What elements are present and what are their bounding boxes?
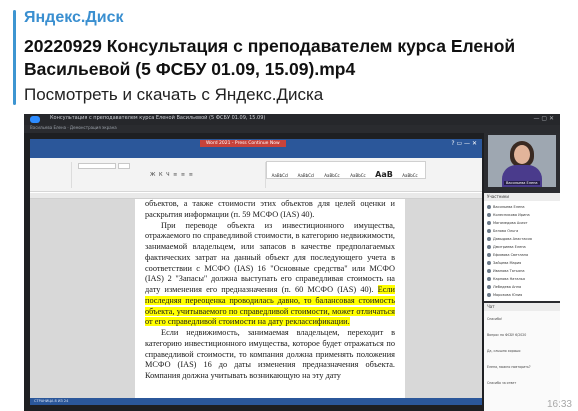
avatar <box>487 269 491 273</box>
participant-row: Иванова Татьяна <box>487 268 557 274</box>
word-ribbon: Ж К Ч ≡ ≡ ≡ AaBbCcI AaBbCcI AaBbCc AaBbCc Aa… <box>30 158 482 192</box>
chat-message: Да, слышно хорошо <box>487 349 521 353</box>
word-page: объектов, а также стоимости этих объекто… <box>135 199 405 398</box>
style-sample: AaB <box>375 170 393 179</box>
avatar <box>487 261 491 265</box>
shared-screen: Word 2021 - Press Continue Now ? ▭ — ✕ Ф… <box>30 139 482 405</box>
chat-panel: Чат Спасибо! Вопрос по ФСБУ 6/2020 Да, с… <box>484 303 560 411</box>
font-size-box <box>118 163 130 169</box>
avatar <box>487 205 491 209</box>
style-sample: AaBbCc <box>402 173 418 178</box>
style-sample: AaBbCcI <box>297 173 315 178</box>
avatar <box>487 293 491 297</box>
style-sample: AaBbCcI <box>271 173 289 178</box>
chat-message: Елена, можно повторить? <box>487 365 531 369</box>
meeting-info-bar: Васильева Елена · Демонстрация экрана <box>24 125 560 133</box>
preview-title[interactable]: 20220929 Консультация с преподавателем к… <box>24 35 564 81</box>
participants-header: Участники <box>484 193 560 201</box>
avatar <box>487 229 491 233</box>
preview-description: Посмотреть и скачать с Яндекс.Диска <box>24 85 324 104</box>
avatar <box>487 221 491 225</box>
participant-row: Белова Ольга <box>487 228 557 234</box>
zoom-window-title: Консультация с преподавателем курса Елен… <box>50 115 266 121</box>
speaker-face <box>514 145 530 164</box>
clipboard-group <box>30 162 72 188</box>
participant-row: Давыдова Анастасия <box>487 236 557 242</box>
participant-row: Васильева Елена <box>487 204 557 210</box>
style-sample: AaBbCc <box>350 173 366 178</box>
styles-gallery: AaBbCcI AaBbCcI AaBbCc AaBbCc AaB AaBbCc <box>266 161 426 179</box>
doc-paragraph: Если недвижимость, занимаемая владельцем… <box>145 328 395 380</box>
word-document-area: объектов, а также стоимости этих объекто… <box>30 199 482 398</box>
video-preview-image[interactable]: Консультация с преподавателем курса Елен… <box>24 114 560 411</box>
word-window-controls-icon: ? ▭ — ✕ <box>451 140 477 147</box>
word-status-bar: СТРАНИЦА 8 ИЗ 24 <box>30 398 482 405</box>
chat-message: Спасибо за ответ <box>487 381 517 385</box>
avatar <box>487 213 491 217</box>
zoom-title-bar: Консультация с преподавателем курса Елен… <box>24 114 560 125</box>
word-status-text: СТРАНИЦА 8 ИЗ 24 <box>34 399 69 403</box>
chat-message: Вопрос по ФСБУ 6/2020 <box>487 333 527 337</box>
document-text: объектов, а также стоимости этих объекто… <box>145 199 395 382</box>
participant-row: Морозова Юлия <box>487 292 557 298</box>
speaker-name-label: Васильева Елена <box>504 181 540 185</box>
participants-panel: Участники Васильева Елена Колесникова Ир… <box>484 193 560 301</box>
window-controls-icon: — ▢ ✕ <box>533 115 554 122</box>
participant-row: Дмитриева Елена <box>487 244 557 250</box>
avatar <box>487 245 491 249</box>
style-sample: AaBbCc <box>324 173 340 178</box>
avatar <box>487 285 491 289</box>
font-name-box <box>78 163 116 169</box>
participant-row: Карпова Наталья <box>487 276 557 282</box>
avatar <box>487 277 491 281</box>
participant-row: Зайцева Мария <box>487 260 557 266</box>
participant-row: Магомедова Асият <box>487 220 557 226</box>
preview-source-name[interactable]: Яндекс.Диск <box>24 9 124 27</box>
message-card: Яндекс.Диск 20220929 Консультация с преп… <box>0 0 578 411</box>
message-time: 16:33 <box>546 399 572 410</box>
doc-paragraph: При переводе объекта из инвестиционного … <box>145 220 395 327</box>
paragraph-group <box>148 162 266 188</box>
speaker-video-tile: Васильева Елена <box>488 135 556 187</box>
zoom-logo-icon <box>30 116 40 123</box>
word-title-bar: Word 2021 - Press Continue Now ? ▭ — ✕ <box>30 139 482 150</box>
word-ribbon-tabs: ФАЙЛ ГЛАВНАЯ ВСТАВКА ДИЗАЙН РАЗМЕТКА СТР… <box>30 150 482 166</box>
doc-paragraph: объектов, а также стоимости этих объекто… <box>145 199 395 219</box>
chat-header: Чат <box>484 303 560 311</box>
link-preview-accent-bar <box>13 10 16 105</box>
participant-row: Ефимова Светлана <box>487 252 557 258</box>
participant-row: Лебедева Анна <box>487 284 557 290</box>
avatar <box>487 237 491 241</box>
avatar <box>487 253 491 257</box>
participant-row: Колесникова Ирина <box>487 212 557 218</box>
meeting-info-text: Васильева Елена · Демонстрация экрана <box>30 125 117 130</box>
zoom-side-panel: Васильева Елена Участники Васильева Елен… <box>484 133 560 411</box>
word-doc-title: Word 2021 - Press Continue Now <box>200 140 286 147</box>
chat-message: Спасибо! <box>487 317 503 321</box>
